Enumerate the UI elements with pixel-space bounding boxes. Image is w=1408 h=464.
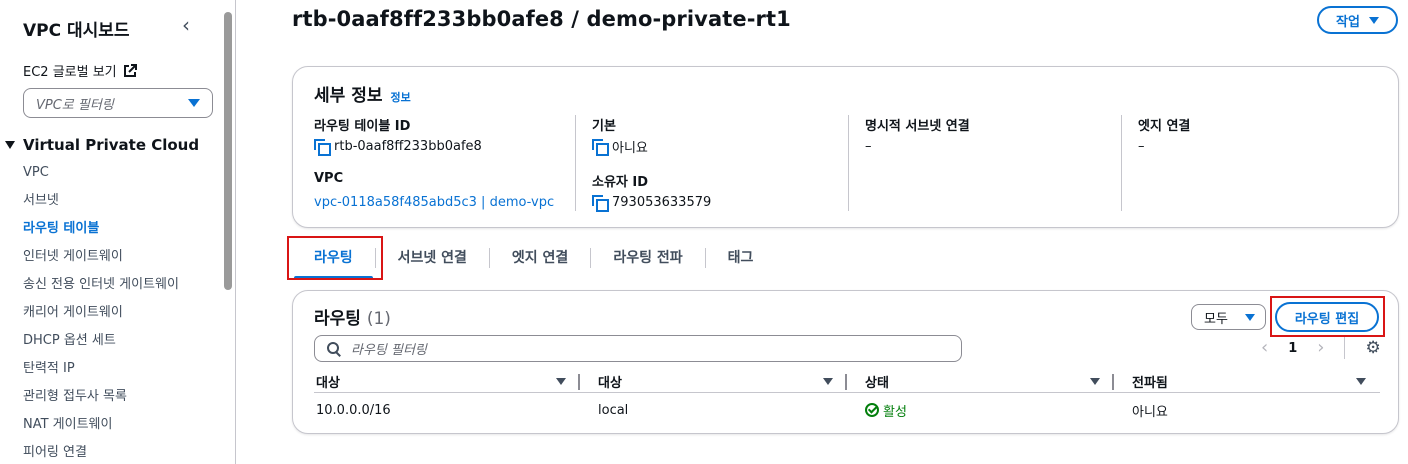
vpc-label: VPC xyxy=(314,171,344,186)
pagination: ‹ 1 › ⚙ xyxy=(1261,337,1381,359)
details-column-2: 기본 아니요 소유자 ID 793053633579 xyxy=(575,115,850,213)
section-title: Virtual Private Cloud xyxy=(23,136,200,154)
cell-destination: 10.0.0.0/16 xyxy=(316,402,391,418)
sidebar-nav-list: VPC 서브넷 라우팅 테이블 인터넷 게이트웨이 송신 전용 인터넷 게이트웨… xyxy=(23,163,179,464)
pager-divider xyxy=(1344,337,1346,359)
routes-search-placeholder: 라우팅 필터링 xyxy=(351,343,427,358)
main-label: 기본 xyxy=(592,119,616,134)
actions-button-label: 작업 xyxy=(1336,14,1360,30)
sidebar-item-elastic-ip[interactable]: 탄력적 IP xyxy=(23,359,179,387)
sidebar-item-dhcp-options[interactable]: DHCP 옵션 세트 xyxy=(23,331,179,359)
edge-association-value: – xyxy=(1138,138,1145,154)
owner-id-value: 793053633579 xyxy=(592,191,850,213)
routes-search-input[interactable]: 라우팅 필터링 xyxy=(314,335,962,362)
cell-status: 활성 xyxy=(847,401,1114,420)
routes-title: 라우팅 xyxy=(314,309,361,329)
sort-icon[interactable] xyxy=(823,378,833,385)
route-table-id-text: rtb-0aaf8ff233bb0afe8 xyxy=(334,138,482,154)
caret-down-icon xyxy=(188,99,200,107)
expand-caret-icon xyxy=(5,141,15,149)
caret-down-icon xyxy=(1368,16,1379,24)
caret-down-icon xyxy=(1245,313,1255,321)
sort-icon[interactable] xyxy=(556,378,566,385)
copy-icon[interactable] xyxy=(314,139,331,156)
routes-tab-highlight xyxy=(287,236,383,280)
routes-heading: 라우팅 (1) xyxy=(314,304,391,329)
main-text: 아니요 xyxy=(612,140,648,156)
details-panel: 세부 정보 정보 라우팅 테이블 ID rtb-0aaf8ff233bb0afe… xyxy=(292,66,1399,228)
sidebar-item-egress-only-igw[interactable]: 송신 전용 인터넷 게이트웨이 xyxy=(23,275,179,303)
check-circle-icon xyxy=(865,403,879,417)
tab-tags[interactable]: 태그 xyxy=(704,248,776,268)
sidebar-item-route-tables[interactable]: 라우팅 테이블 xyxy=(23,219,179,247)
table-row: 10.0.0.0/16 local 활성 아니요 xyxy=(314,397,1380,423)
vpc-filter-select[interactable]: VPC로 필터링 xyxy=(23,88,213,118)
tab-subnet-associations[interactable]: 서브넷 연결 xyxy=(374,248,489,268)
owner-id-text: 793053633579 xyxy=(612,194,712,210)
tab-route-propagation[interactable]: 라우팅 전파 xyxy=(590,248,704,268)
external-link-icon xyxy=(123,63,137,77)
route-table-id-value: rtb-0aaf8ff233bb0afe8 xyxy=(314,135,576,157)
column-header-label: 상태 xyxy=(865,376,889,391)
sidebar-item-internet-gateways[interactable]: 인터넷 게이트웨이 xyxy=(23,247,179,275)
sidebar-scrollbar[interactable] xyxy=(224,12,232,290)
edge-association-label: 엣지 연결 xyxy=(1138,119,1191,134)
vpc-filter-placeholder: VPC로 필터링 xyxy=(36,97,114,113)
vpc-section-header[interactable]: Virtual Private Cloud xyxy=(5,136,199,154)
ec2-global-view-label: EC2 글로벌 보기 xyxy=(23,65,117,80)
details-column-1: 라우팅 테이블 ID rtb-0aaf8ff233bb0afe8 VPC vpc… xyxy=(314,115,576,211)
column-header-label: 대상 xyxy=(316,376,340,391)
current-page[interactable]: 1 xyxy=(1288,341,1297,356)
cell-propagated: 아니요 xyxy=(1132,404,1168,420)
gear-icon[interactable]: ⚙ xyxy=(1365,339,1380,357)
search-icon xyxy=(327,341,341,356)
page-title: rtb-0aaf8ff233bb0afe8 / demo-private-rt1 xyxy=(292,7,791,31)
actions-button[interactable]: 작업 xyxy=(1317,6,1398,34)
sidebar-item-carrier-gateways[interactable]: 캐리어 게이트웨이 xyxy=(23,303,179,331)
info-link[interactable]: 정보 xyxy=(390,89,410,105)
routes-table-header: 대상 대상 상태 전파됨 xyxy=(314,371,1380,393)
routes-filter-value: 모두 xyxy=(1204,311,1228,327)
chevron-left-icon[interactable]: ‹ xyxy=(1261,339,1268,357)
status-text: 활성 xyxy=(883,404,907,420)
copy-icon[interactable] xyxy=(592,195,609,212)
main-value: 아니요 xyxy=(592,135,850,157)
routes-panel: 라우팅 (1) 모두 라우팅 편집 라우팅 필터링 ‹ 1 › ⚙ 대상 대상 … xyxy=(292,290,1399,434)
sidebar-item-prefix-lists[interactable]: 관리형 접두사 목록 xyxy=(23,387,179,415)
cell-target: local xyxy=(598,402,629,418)
column-header-target[interactable]: 대상 xyxy=(580,371,847,392)
sidebar-item-subnets[interactable]: 서브넷 xyxy=(23,191,179,219)
sort-icon[interactable] xyxy=(1090,378,1100,385)
tab-edge-associations[interactable]: 엣지 연결 xyxy=(488,248,590,268)
column-header-label: 전파됨 xyxy=(1132,376,1168,391)
column-header-destination[interactable]: 대상 xyxy=(314,371,580,392)
routes-count: (1) xyxy=(366,309,391,329)
explicit-subnet-value: – xyxy=(865,138,872,154)
sidebar-item-peering[interactable]: 피어링 연결 xyxy=(23,443,179,464)
vpc-link[interactable]: vpc-0118a58f485abd5c3 | demo-vpc xyxy=(314,191,576,213)
routes-filter-select[interactable]: 모두 xyxy=(1191,304,1266,330)
sidebar-item-vpc[interactable]: VPC xyxy=(23,163,179,191)
explicit-subnet-label: 명시적 서브넷 연결 xyxy=(865,119,970,134)
ec2-global-view-link[interactable]: EC2 글로벌 보기 xyxy=(23,61,137,80)
route-table-id-label: 라우팅 테이블 ID xyxy=(314,119,411,134)
column-header-propagated[interactable]: 전파됨 xyxy=(1114,371,1380,392)
chevron-right-icon[interactable]: › xyxy=(1317,339,1324,357)
copy-icon[interactable] xyxy=(592,139,609,156)
details-column-3: 명시적 서브넷 연결 – xyxy=(848,115,1123,211)
collapse-sidebar-icon[interactable]: ‹ xyxy=(182,14,200,36)
details-column-4: 엣지 연결 – xyxy=(1121,115,1381,211)
edit-routes-highlight xyxy=(1270,296,1385,337)
sidebar-title: VPC 대시보드 xyxy=(23,21,130,41)
column-header-label: 대상 xyxy=(598,376,622,391)
sidebar: VPC 대시보드 ‹ EC2 글로벌 보기 VPC로 필터링 Virtual P… xyxy=(0,0,236,464)
column-header-status[interactable]: 상태 xyxy=(847,371,1114,392)
sort-icon[interactable] xyxy=(1356,378,1366,385)
details-title: 세부 정보 xyxy=(314,86,383,106)
sidebar-item-nat-gateways[interactable]: NAT 게이트웨이 xyxy=(23,415,179,443)
owner-id-label: 소유자 ID xyxy=(592,175,649,190)
